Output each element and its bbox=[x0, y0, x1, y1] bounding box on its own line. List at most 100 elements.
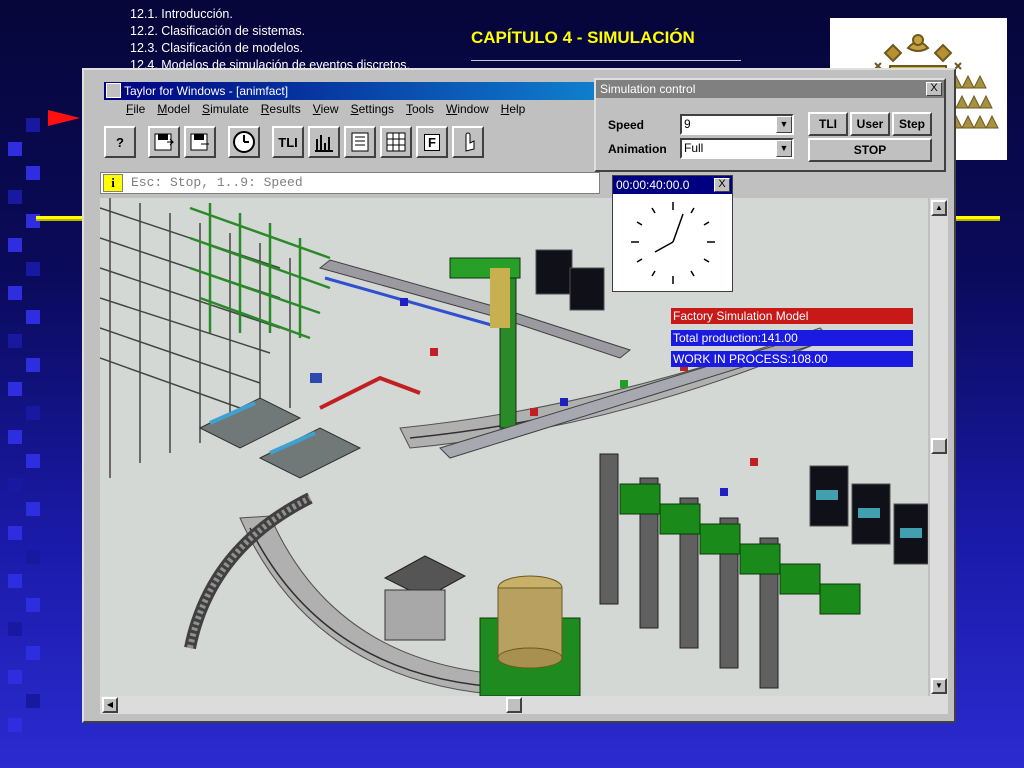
strip-square bbox=[8, 334, 22, 348]
strip-square bbox=[26, 358, 40, 372]
toolbar: ? TLI F bbox=[104, 126, 484, 158]
strip-square bbox=[26, 598, 40, 612]
window-title: Taylor for Windows - [animfact] bbox=[124, 84, 289, 98]
strip-square bbox=[8, 142, 22, 156]
tli-button[interactable]: TLI bbox=[272, 126, 304, 158]
menu-settings[interactable]: Settings bbox=[351, 102, 394, 120]
animation-label: Animation bbox=[608, 142, 667, 156]
export-button[interactable] bbox=[184, 126, 216, 158]
save-button[interactable] bbox=[148, 126, 180, 158]
horizontal-scrollbar[interactable]: ◀ bbox=[100, 696, 948, 714]
hand-button[interactable] bbox=[452, 126, 484, 158]
tli-control-button[interactable]: TLI bbox=[808, 112, 848, 136]
strip-square bbox=[8, 382, 22, 396]
scroll-thumb-horizontal[interactable] bbox=[506, 697, 522, 713]
toc-item: 12.1. Introducción. bbox=[130, 7, 233, 21]
table-of-contents: 12.1. Introducción. 12.2. Clasificación … bbox=[130, 6, 410, 74]
speed-select[interactable]: 9 ▼ bbox=[680, 114, 794, 135]
chapter-divider bbox=[471, 60, 741, 61]
strip-square bbox=[8, 286, 22, 300]
strip-square bbox=[8, 238, 22, 252]
strip-square bbox=[26, 406, 40, 420]
info-icon: i bbox=[103, 174, 123, 192]
vertical-scrollbar[interactable]: ▲ ▼ bbox=[930, 198, 948, 696]
list-button[interactable] bbox=[344, 126, 376, 158]
export-icon bbox=[190, 133, 209, 151]
menu-view[interactable]: View bbox=[313, 102, 339, 120]
grid-icon bbox=[386, 132, 406, 152]
strip-square bbox=[8, 430, 22, 444]
menu-simulate[interactable]: Simulate bbox=[202, 102, 249, 120]
help-icon: ? bbox=[116, 134, 124, 150]
menu-window[interactable]: Window bbox=[446, 102, 489, 120]
strip-square bbox=[26, 694, 40, 708]
clock-icon bbox=[233, 131, 255, 153]
chapter-title: CAPÍTULO 4 - SIMULACIÓN bbox=[471, 28, 695, 47]
window-titlebar[interactable]: Taylor for Windows - [animfact] bbox=[104, 82, 614, 100]
pointer-arrow-icon bbox=[48, 110, 80, 126]
strip-square bbox=[26, 550, 40, 564]
help-button[interactable]: ? bbox=[104, 126, 136, 158]
status-hint-bar: i Esc: Stop, 1..9: Speed bbox=[100, 172, 600, 194]
menu-bar: File Model Simulate Results View Setting… bbox=[104, 102, 525, 120]
speed-value: 9 bbox=[684, 117, 691, 131]
scroll-left-icon[interactable]: ◀ bbox=[102, 697, 118, 713]
strip-square bbox=[8, 670, 22, 684]
strip-square bbox=[26, 454, 40, 468]
clock-titlebar[interactable]: 00:00:40:00.0 X bbox=[613, 176, 732, 194]
analog-clock-icon bbox=[631, 202, 715, 284]
tli-icon: TLI bbox=[278, 134, 298, 150]
chart-button[interactable] bbox=[308, 126, 340, 158]
strip-square bbox=[26, 502, 40, 516]
menu-file[interactable]: File bbox=[126, 102, 145, 120]
accent-bar-right bbox=[956, 216, 1000, 221]
strip-square bbox=[8, 574, 22, 588]
toc-item: 12.3. Clasificación de modelos. bbox=[130, 41, 304, 55]
strip-square bbox=[26, 166, 40, 180]
clock-time: 00:00:40:00.0 bbox=[616, 178, 690, 192]
accent-bar-left bbox=[36, 216, 86, 221]
chevron-down-icon[interactable]: ▼ bbox=[776, 140, 792, 157]
chevron-down-icon[interactable]: ▼ bbox=[776, 116, 792, 133]
factory-3d-view[interactable]: Factory Simulation Model Total productio… bbox=[100, 198, 928, 696]
strip-square bbox=[26, 262, 40, 276]
strip-square bbox=[8, 526, 22, 540]
simulation-clock-window: 00:00:40:00.0 X bbox=[612, 175, 733, 292]
strip-square bbox=[8, 622, 22, 636]
menu-results[interactable]: Results bbox=[261, 102, 301, 120]
chart-icon bbox=[315, 135, 333, 152]
dialog-titlebar[interactable]: Simulation control X bbox=[596, 80, 944, 98]
status-hint-text: Esc: Stop, 1..9: Speed bbox=[131, 175, 303, 190]
model-title-label: Factory Simulation Model bbox=[671, 308, 913, 324]
form-button[interactable]: F bbox=[416, 126, 448, 158]
save-icon bbox=[154, 133, 175, 151]
menu-help[interactable]: Help bbox=[501, 102, 526, 120]
step-button[interactable]: Step bbox=[892, 112, 932, 136]
form-icon: F bbox=[424, 133, 440, 151]
strip-square bbox=[8, 190, 22, 204]
stop-button[interactable]: STOP bbox=[808, 138, 932, 162]
decorative-strip bbox=[0, 0, 40, 768]
strip-square bbox=[26, 310, 40, 324]
scroll-thumb[interactable] bbox=[931, 438, 947, 454]
scroll-up-icon[interactable]: ▲ bbox=[931, 200, 947, 216]
speed-label: Speed bbox=[608, 118, 645, 132]
animation-select[interactable]: Full ▼ bbox=[680, 138, 794, 159]
user-button[interactable]: User bbox=[850, 112, 890, 136]
close-icon[interactable]: X bbox=[714, 178, 730, 192]
close-icon[interactable]: X bbox=[926, 82, 942, 96]
simulation-control-dialog: Simulation control X Speed 9 ▼ Animation… bbox=[594, 78, 946, 172]
menu-tools[interactable]: Tools bbox=[406, 102, 434, 120]
menu-model[interactable]: Model bbox=[157, 102, 190, 120]
strip-square bbox=[26, 646, 40, 660]
total-production-label: Total production:141.00 bbox=[671, 330, 913, 346]
clock-button[interactable] bbox=[228, 126, 260, 158]
dialog-title: Simulation control bbox=[600, 82, 696, 96]
hand-icon bbox=[465, 132, 475, 152]
wip-label: WORK IN PROCESS:108.00 bbox=[671, 351, 913, 367]
grid-button[interactable] bbox=[380, 126, 412, 158]
strip-square bbox=[8, 478, 22, 492]
scroll-down-icon[interactable]: ▼ bbox=[931, 678, 947, 694]
strip-square bbox=[26, 118, 40, 132]
toc-item: 12.2. Clasificación de sistemas. bbox=[130, 24, 306, 38]
